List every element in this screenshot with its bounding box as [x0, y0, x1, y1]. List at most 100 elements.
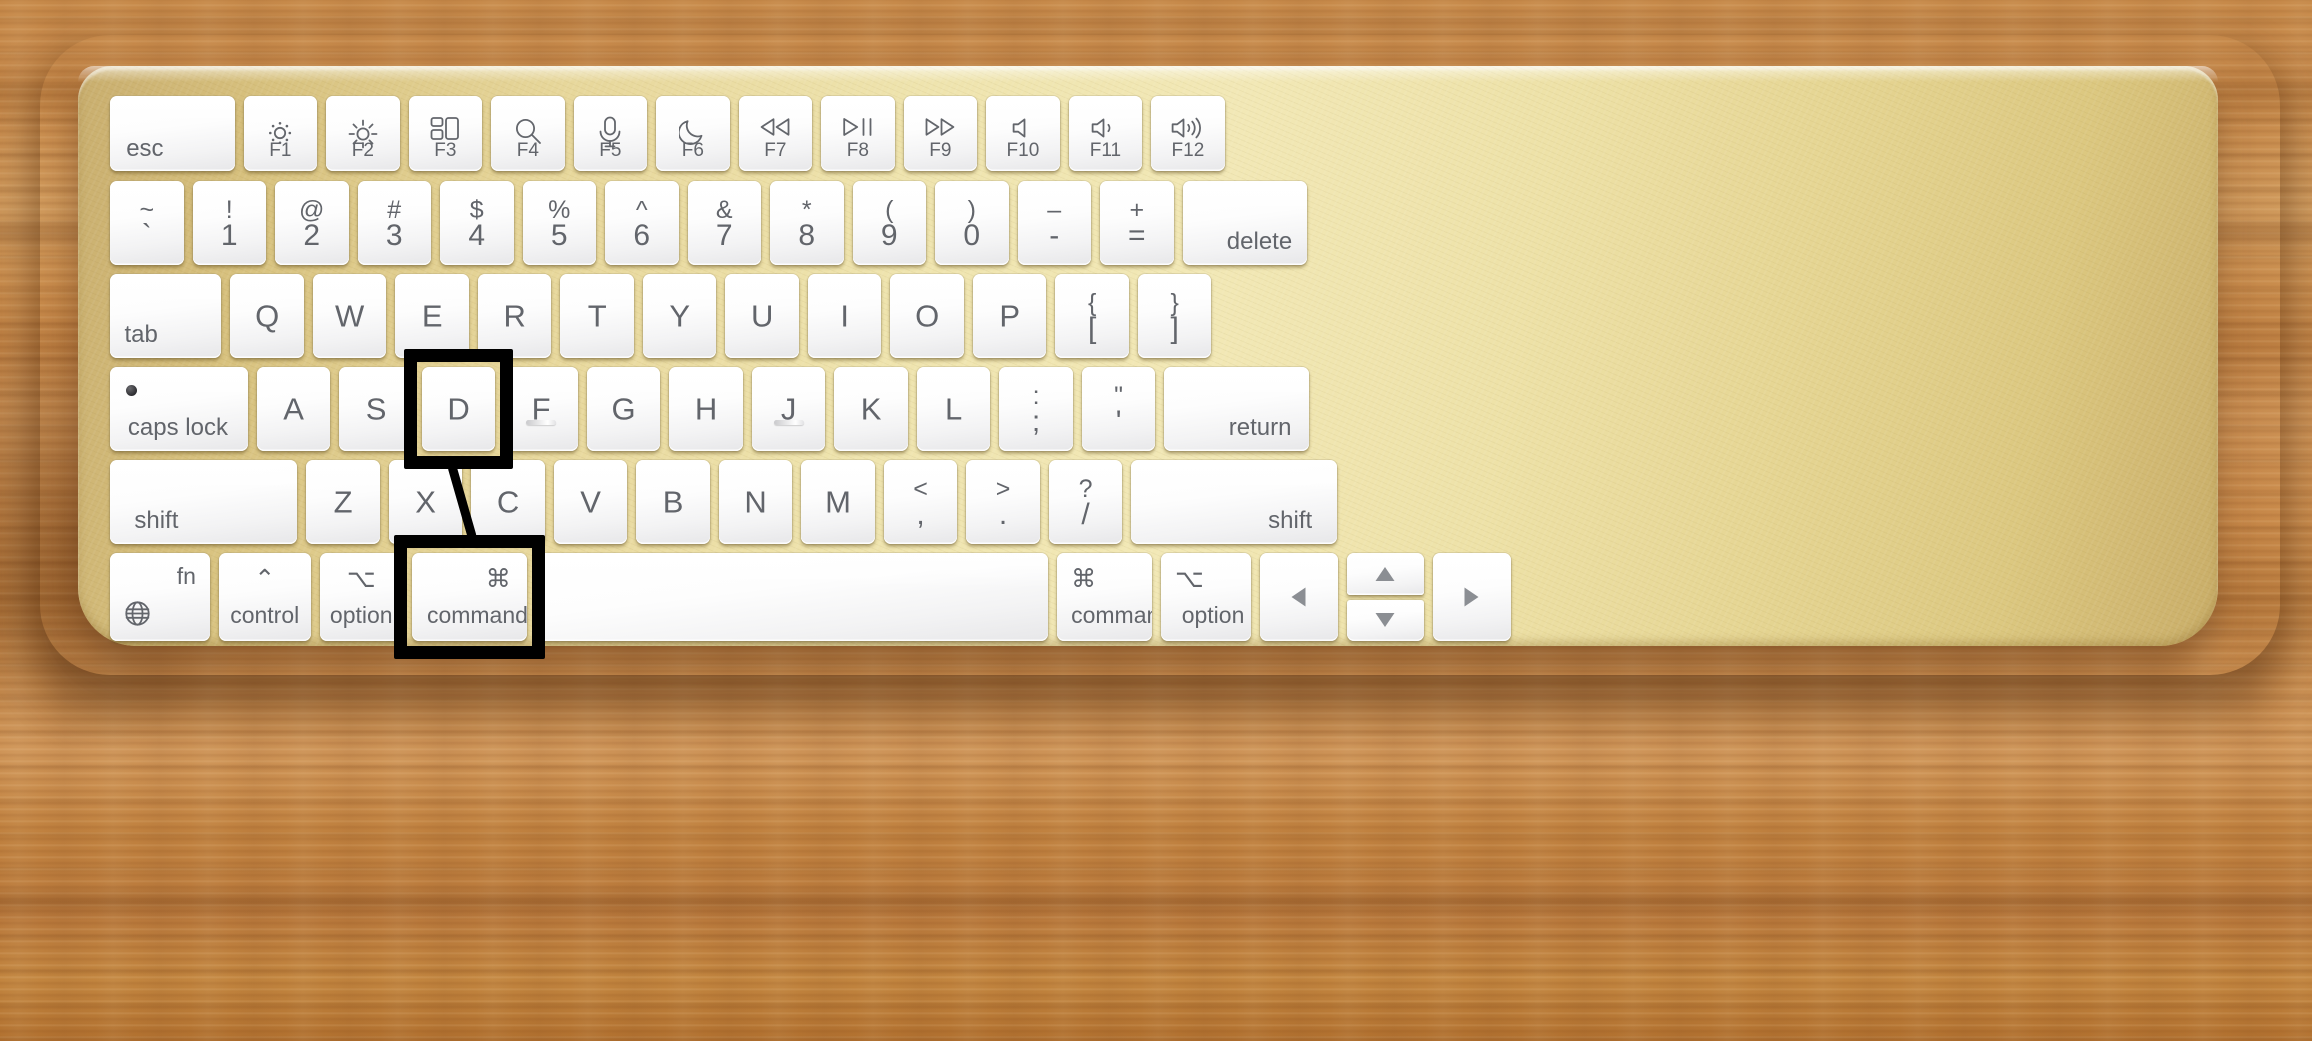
key-p[interactable]: P	[972, 274, 1047, 358]
key-label: tab	[124, 321, 158, 349]
key-f10[interactable]: F10	[986, 96, 1060, 171]
key-shift-right[interactable]: shift	[1131, 460, 1337, 544]
key-nine[interactable]: (9	[852, 181, 926, 265]
key-k[interactable]: K	[834, 367, 908, 451]
key-z[interactable]: Z	[306, 460, 380, 544]
function-key-label: F3	[434, 139, 457, 161]
key-b[interactable]: B	[636, 460, 710, 544]
key-e[interactable]: E	[395, 274, 469, 358]
key-caps-lock[interactable]: caps lock	[110, 367, 248, 451]
key-slash[interactable]: ? /	[1048, 460, 1123, 544]
key-delete[interactable]: delete	[1182, 181, 1308, 265]
key-return[interactable]: return	[1164, 367, 1309, 451]
key-v[interactable]: V	[553, 460, 628, 544]
key-seven[interactable]: & 7	[687, 181, 761, 265]
key-one[interactable]: ! 1	[192, 181, 266, 265]
key-arrow-left[interactable]	[1260, 553, 1338, 641]
key-f2[interactable]: F2	[326, 96, 400, 171]
key-f9[interactable]: F9	[903, 96, 978, 171]
key-tab[interactable]: tab	[110, 274, 222, 358]
arrow-up-icon	[1347, 565, 1425, 582]
key-g[interactable]: G	[586, 367, 661, 451]
key-bracket-left[interactable]: {[	[1055, 274, 1129, 358]
key-r[interactable]: R	[477, 274, 552, 358]
key-i[interactable]: I	[807, 274, 882, 358]
function-key-label: F2	[351, 139, 374, 161]
key-f4[interactable]: F4	[491, 96, 565, 171]
key-f7[interactable]: F7	[738, 96, 813, 171]
key-bracket-right[interactable]: }]	[1137, 274, 1212, 358]
key-space[interactable]	[535, 553, 1049, 641]
key-semicolon[interactable]: :;	[999, 367, 1073, 451]
key-f3[interactable]: F3	[408, 96, 483, 171]
key-arrow-down[interactable]	[1346, 599, 1425, 641]
key-option-left[interactable]: ⌥ option	[319, 553, 403, 641]
key-label: shift	[1268, 507, 1313, 535]
function-key-label: F9	[929, 139, 952, 161]
key-command-left[interactable]: ⌘ command	[411, 553, 527, 641]
key-legend-primary: 6	[633, 218, 651, 252]
key-t[interactable]: T	[560, 274, 634, 358]
key-four[interactable]: $4	[440, 181, 514, 265]
key-control-left[interactable]: ⌃ control	[218, 553, 311, 641]
key-o[interactable]: O	[890, 274, 964, 358]
key-six[interactable]: ^ 6	[605, 181, 679, 265]
key-label: shift	[134, 507, 179, 535]
key-f12[interactable]: F12	[1151, 96, 1225, 171]
key-h[interactable]: H	[669, 367, 743, 451]
key-f6[interactable]: F6	[656, 96, 730, 171]
key-five[interactable]: % 5	[522, 181, 596, 265]
key-label: esc	[126, 135, 164, 163]
key-w[interactable]: W	[312, 274, 387, 358]
key-arrow-up[interactable]	[1346, 553, 1425, 595]
key-legend-primary: 1	[220, 218, 238, 252]
key-x[interactable]: X	[388, 460, 463, 544]
key-command-right[interactable]: ⌘ command	[1057, 553, 1153, 641]
key-label: caps lock	[127, 414, 228, 442]
key-quote[interactable]: " '	[1081, 367, 1156, 451]
key-a[interactable]: A	[256, 367, 331, 451]
key-s[interactable]: S	[339, 367, 413, 451]
key-option-right[interactable]: ⌥ option	[1161, 553, 1252, 641]
key-label: U	[750, 298, 774, 334]
key-c[interactable]: C	[471, 460, 545, 544]
key-f11[interactable]: F11	[1068, 96, 1143, 171]
caps-lock-led	[126, 385, 137, 396]
key-label: option	[329, 602, 393, 628]
key-n[interactable]: N	[718, 460, 793, 544]
key-zero[interactable]: ) 0	[935, 181, 1009, 265]
key-l[interactable]: L	[916, 367, 991, 451]
key-label: H	[694, 391, 718, 427]
key-j[interactable]: J	[751, 367, 826, 451]
key-u[interactable]: U	[725, 274, 799, 358]
volume-up-icon	[1151, 116, 1225, 140]
key-minus[interactable]: – -	[1017, 181, 1091, 265]
key-legend-primary: 0	[963, 218, 981, 252]
function-key-label: F8	[846, 139, 869, 161]
key-f8[interactable]: F8	[821, 96, 895, 171]
key-legend-primary: .	[998, 497, 1008, 531]
key-period[interactable]: >.	[966, 460, 1040, 544]
key-y[interactable]: Y	[642, 274, 717, 358]
key-two[interactable]: @2	[275, 181, 349, 265]
key-f[interactable]: F	[504, 367, 578, 451]
key-q[interactable]: Q	[230, 274, 304, 358]
key-label: L	[944, 391, 963, 427]
key-esc[interactable]: esc	[110, 96, 235, 171]
key-f1[interactable]: F1	[243, 96, 318, 171]
mission-control-icon	[409, 116, 483, 142]
key-three[interactable]: #3	[357, 181, 431, 265]
key-equal[interactable]: + =	[1100, 181, 1174, 265]
key-legend-primary: 4	[468, 218, 486, 252]
key-f5[interactable]: F5	[573, 96, 648, 171]
key-backtick[interactable]: ~ `	[110, 181, 184, 265]
key-arrow-right[interactable]	[1433, 553, 1511, 641]
play-pause-icon	[821, 116, 895, 138]
key-d[interactable]: D	[421, 367, 496, 451]
function-key-label: F5	[599, 139, 622, 161]
key-eight[interactable]: * 8	[770, 181, 844, 265]
key-shift-left[interactable]: shift	[110, 460, 298, 544]
key-fn[interactable]: fn	[110, 553, 210, 641]
key-comma[interactable]: <,	[883, 460, 958, 544]
key-m[interactable]: M	[801, 460, 875, 544]
